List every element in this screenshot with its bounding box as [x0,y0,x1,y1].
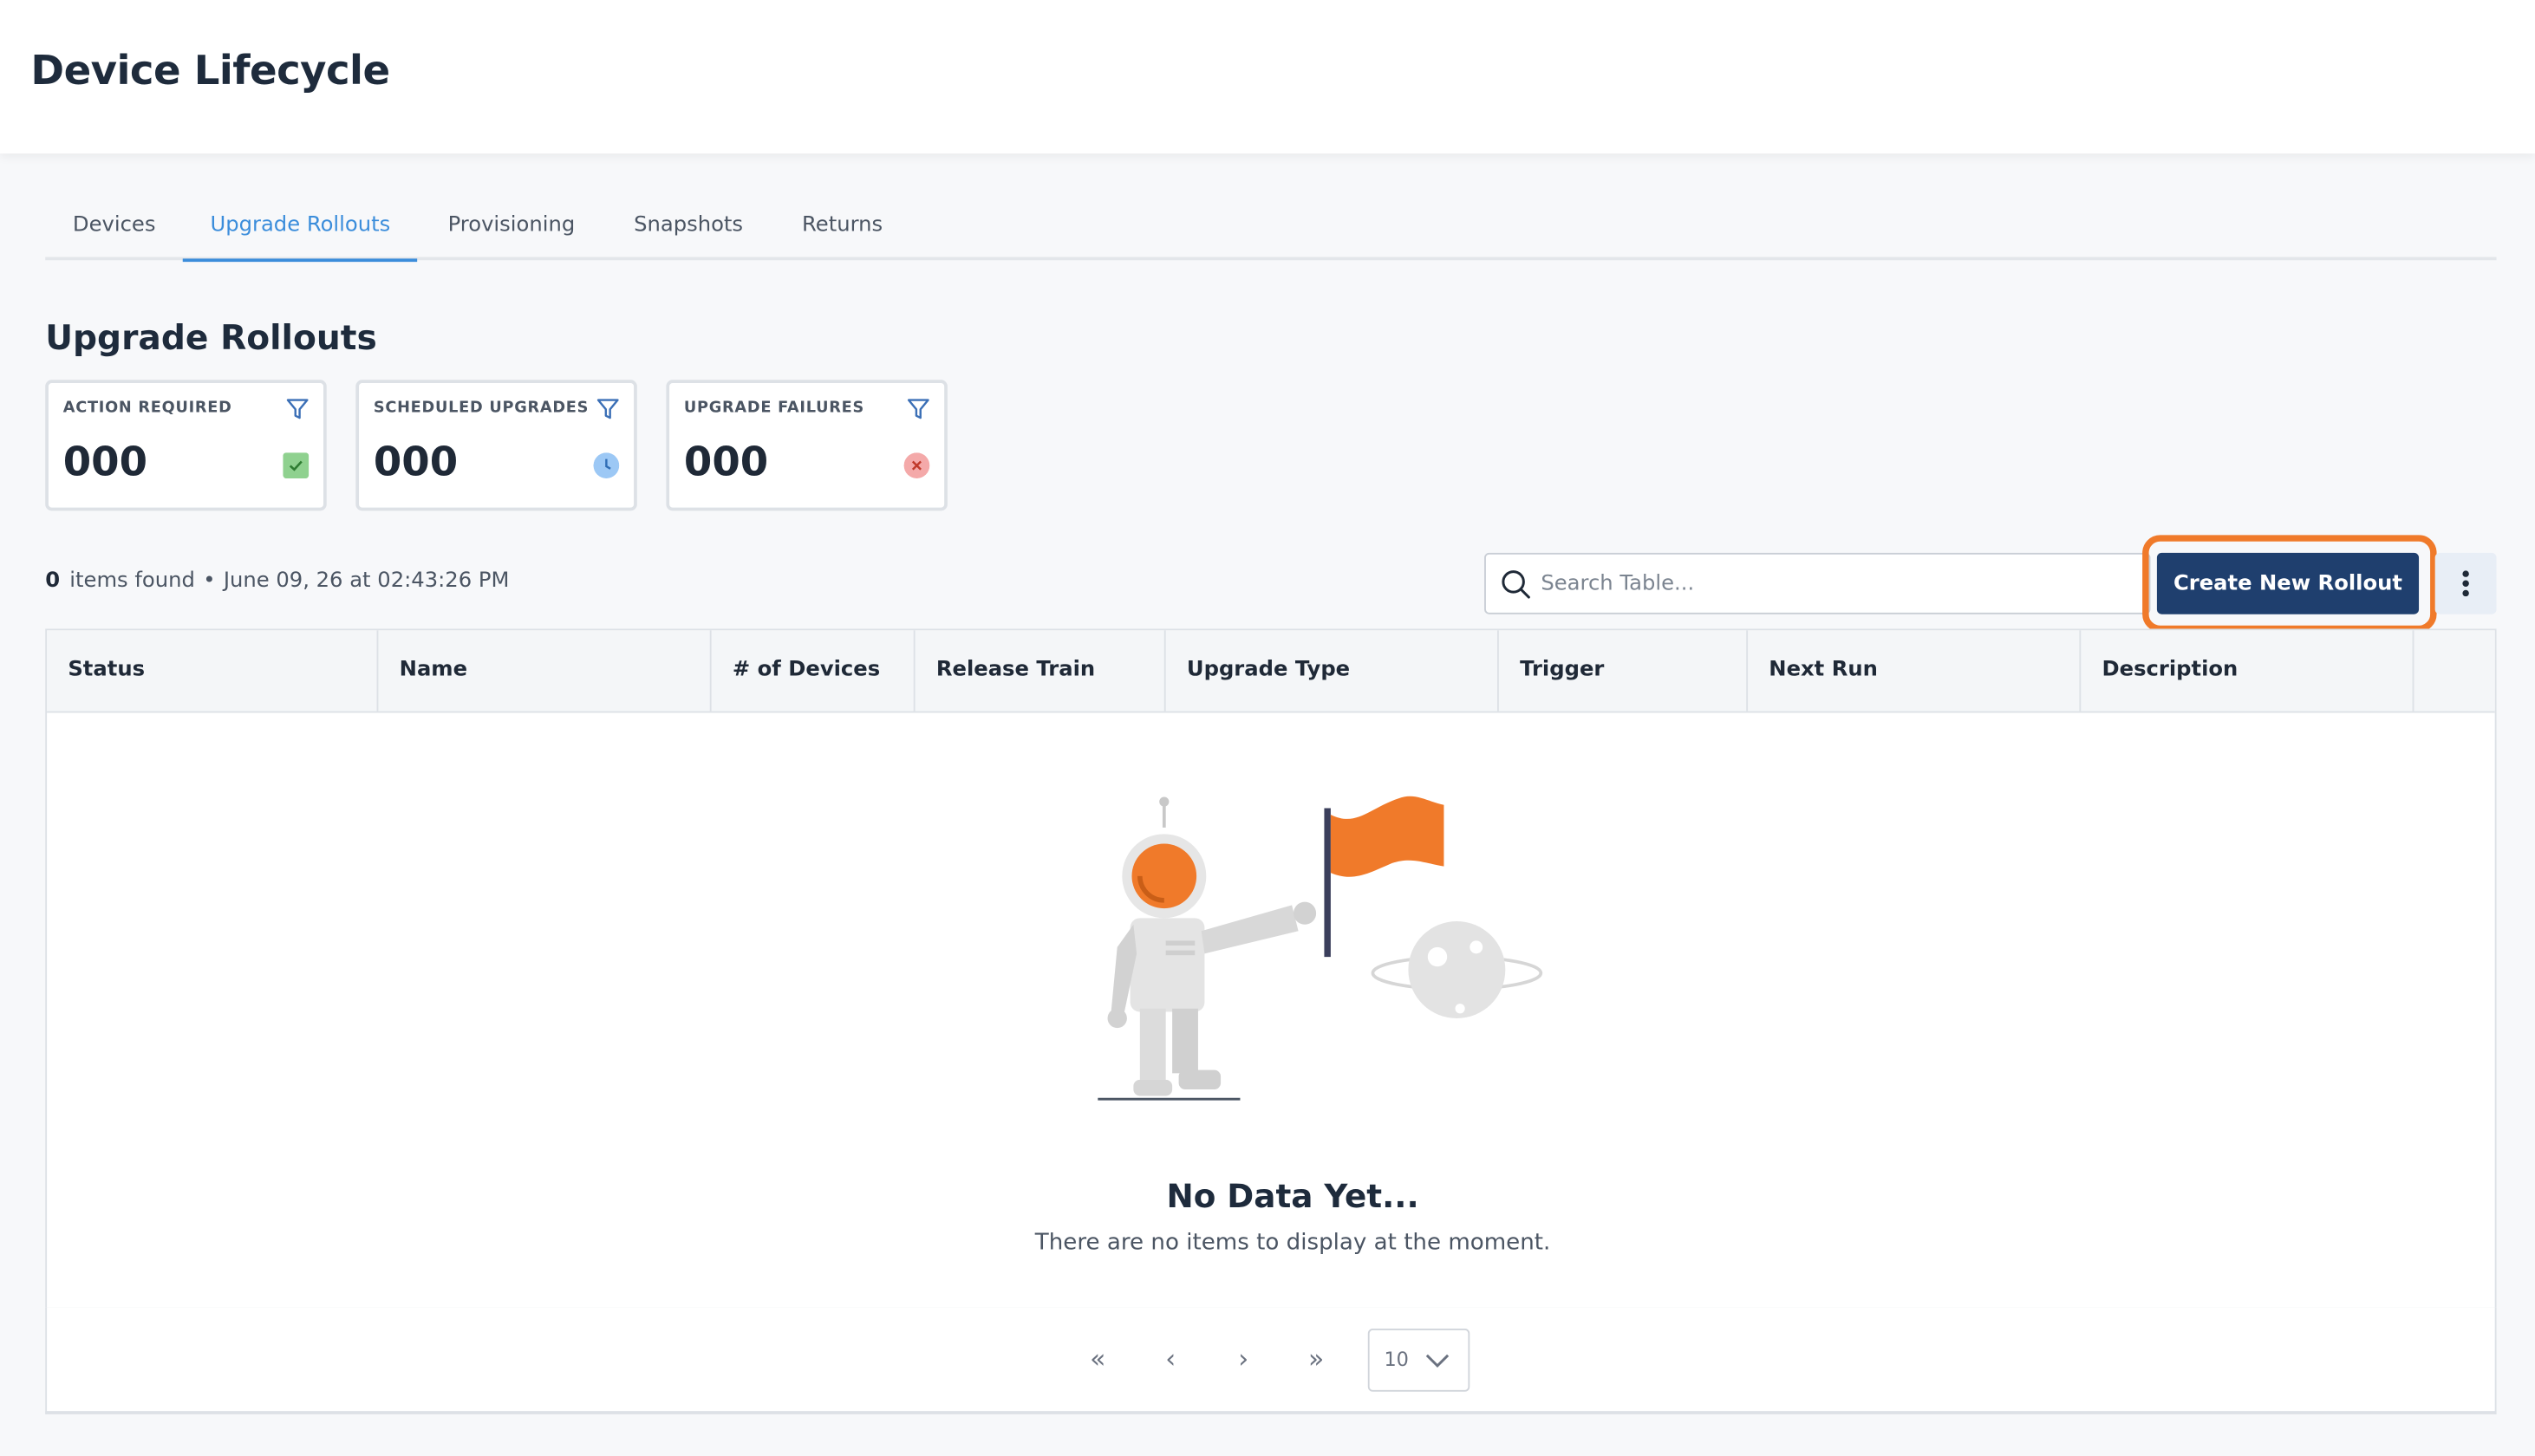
check-icon [283,452,310,479]
tab-devices[interactable]: Devices [45,194,183,260]
card-value: 000 [62,438,148,485]
column-header-release-train[interactable]: Release Train [916,630,1166,712]
column-header-status[interactable]: Status [47,630,379,712]
filter-icon[interactable] [596,398,619,420]
card-value: 000 [373,438,459,485]
create-new-rollout-button[interactable]: Create New Rollout [2156,552,2420,614]
tab-provisioning[interactable]: Provisioning [420,194,603,260]
next-page-button[interactable]: › [1224,1343,1263,1379]
filter-icon[interactable] [907,398,929,420]
search-icon [1502,570,1530,599]
tab-upgrade-rollouts[interactable]: Upgrade Rollouts [182,194,418,263]
first-page-button[interactable]: « [1079,1343,1118,1379]
column-header-description[interactable]: Description [2081,630,2414,712]
last-page-button[interactable]: » [1297,1343,1336,1379]
tab-bar: Devices Upgrade Rollouts Provisioning Sn… [45,194,2497,263]
card-upgrade-failures[interactable]: UPGRADE FAILURES 000 [666,380,948,511]
empty-state-subtitle: There are no items to display at the mom… [1034,1230,1551,1257]
section-title: Upgrade Rollouts [45,318,377,358]
page-size-value: 10 [1384,1348,1409,1371]
column-header-devices[interactable]: # of Devices [712,630,916,712]
search-input[interactable] [1541,554,2140,613]
column-header-trigger[interactable]: Trigger [1499,630,1749,712]
separator: • [203,569,216,594]
table-header: Status Name # of Devices Release Train U… [47,630,2495,713]
x-icon [903,452,930,479]
more-options-button[interactable] [2434,552,2497,614]
card-label: ACTION REQUIRED [62,399,232,418]
astronaut-illustration [1098,796,1543,1101]
tab-snapshots[interactable]: Snapshots [606,194,770,260]
kebab-dot-icon [2462,570,2469,577]
search-box[interactable] [1484,552,2151,614]
app-title: Device Lifecycle [30,47,390,94]
card-label: SCHEDULED UPGRADES [373,399,590,418]
column-header-upgrade-type[interactable]: Upgrade Type [1166,630,1499,712]
clock-icon [593,452,620,479]
rollouts-table: Status Name # of Devices Release Train U… [45,628,2497,1310]
page-size-select[interactable]: 10 [1367,1329,1470,1392]
column-header-next-run[interactable]: Next Run [1748,630,2082,712]
app-header: Device Lifecycle [0,0,2535,154]
timestamp: June 09, 26 at 02:43:26 PM [223,569,510,594]
card-value: 000 [683,438,769,485]
empty-state-title: No Data Yet... [1166,1176,1419,1216]
items-found-label: items found [69,569,195,594]
tab-returns[interactable]: Returns [774,194,910,260]
kebab-dot-icon [2462,589,2469,597]
page: Device Lifecycle Devices Upgrade Rollout… [0,0,2535,1456]
column-header-name[interactable]: Name [378,630,712,712]
chevron-down-icon [1425,1354,1450,1368]
kebab-dot-icon [2462,580,2469,587]
items-count: 0 [45,569,61,594]
card-scheduled-upgrades[interactable]: SCHEDULED UPGRADES 000 [355,380,637,511]
card-label: UPGRADE FAILURES [683,399,865,418]
prev-page-button[interactable]: ‹ [1151,1343,1190,1379]
card-action-required[interactable]: ACTION REQUIRED 000 [45,380,327,511]
items-found-summary: 0 items found • June 09, 26 at 02:43:26 PM [45,569,509,593]
filter-icon[interactable] [286,398,309,420]
pagination: « ‹ › » 10 [45,1307,2497,1414]
